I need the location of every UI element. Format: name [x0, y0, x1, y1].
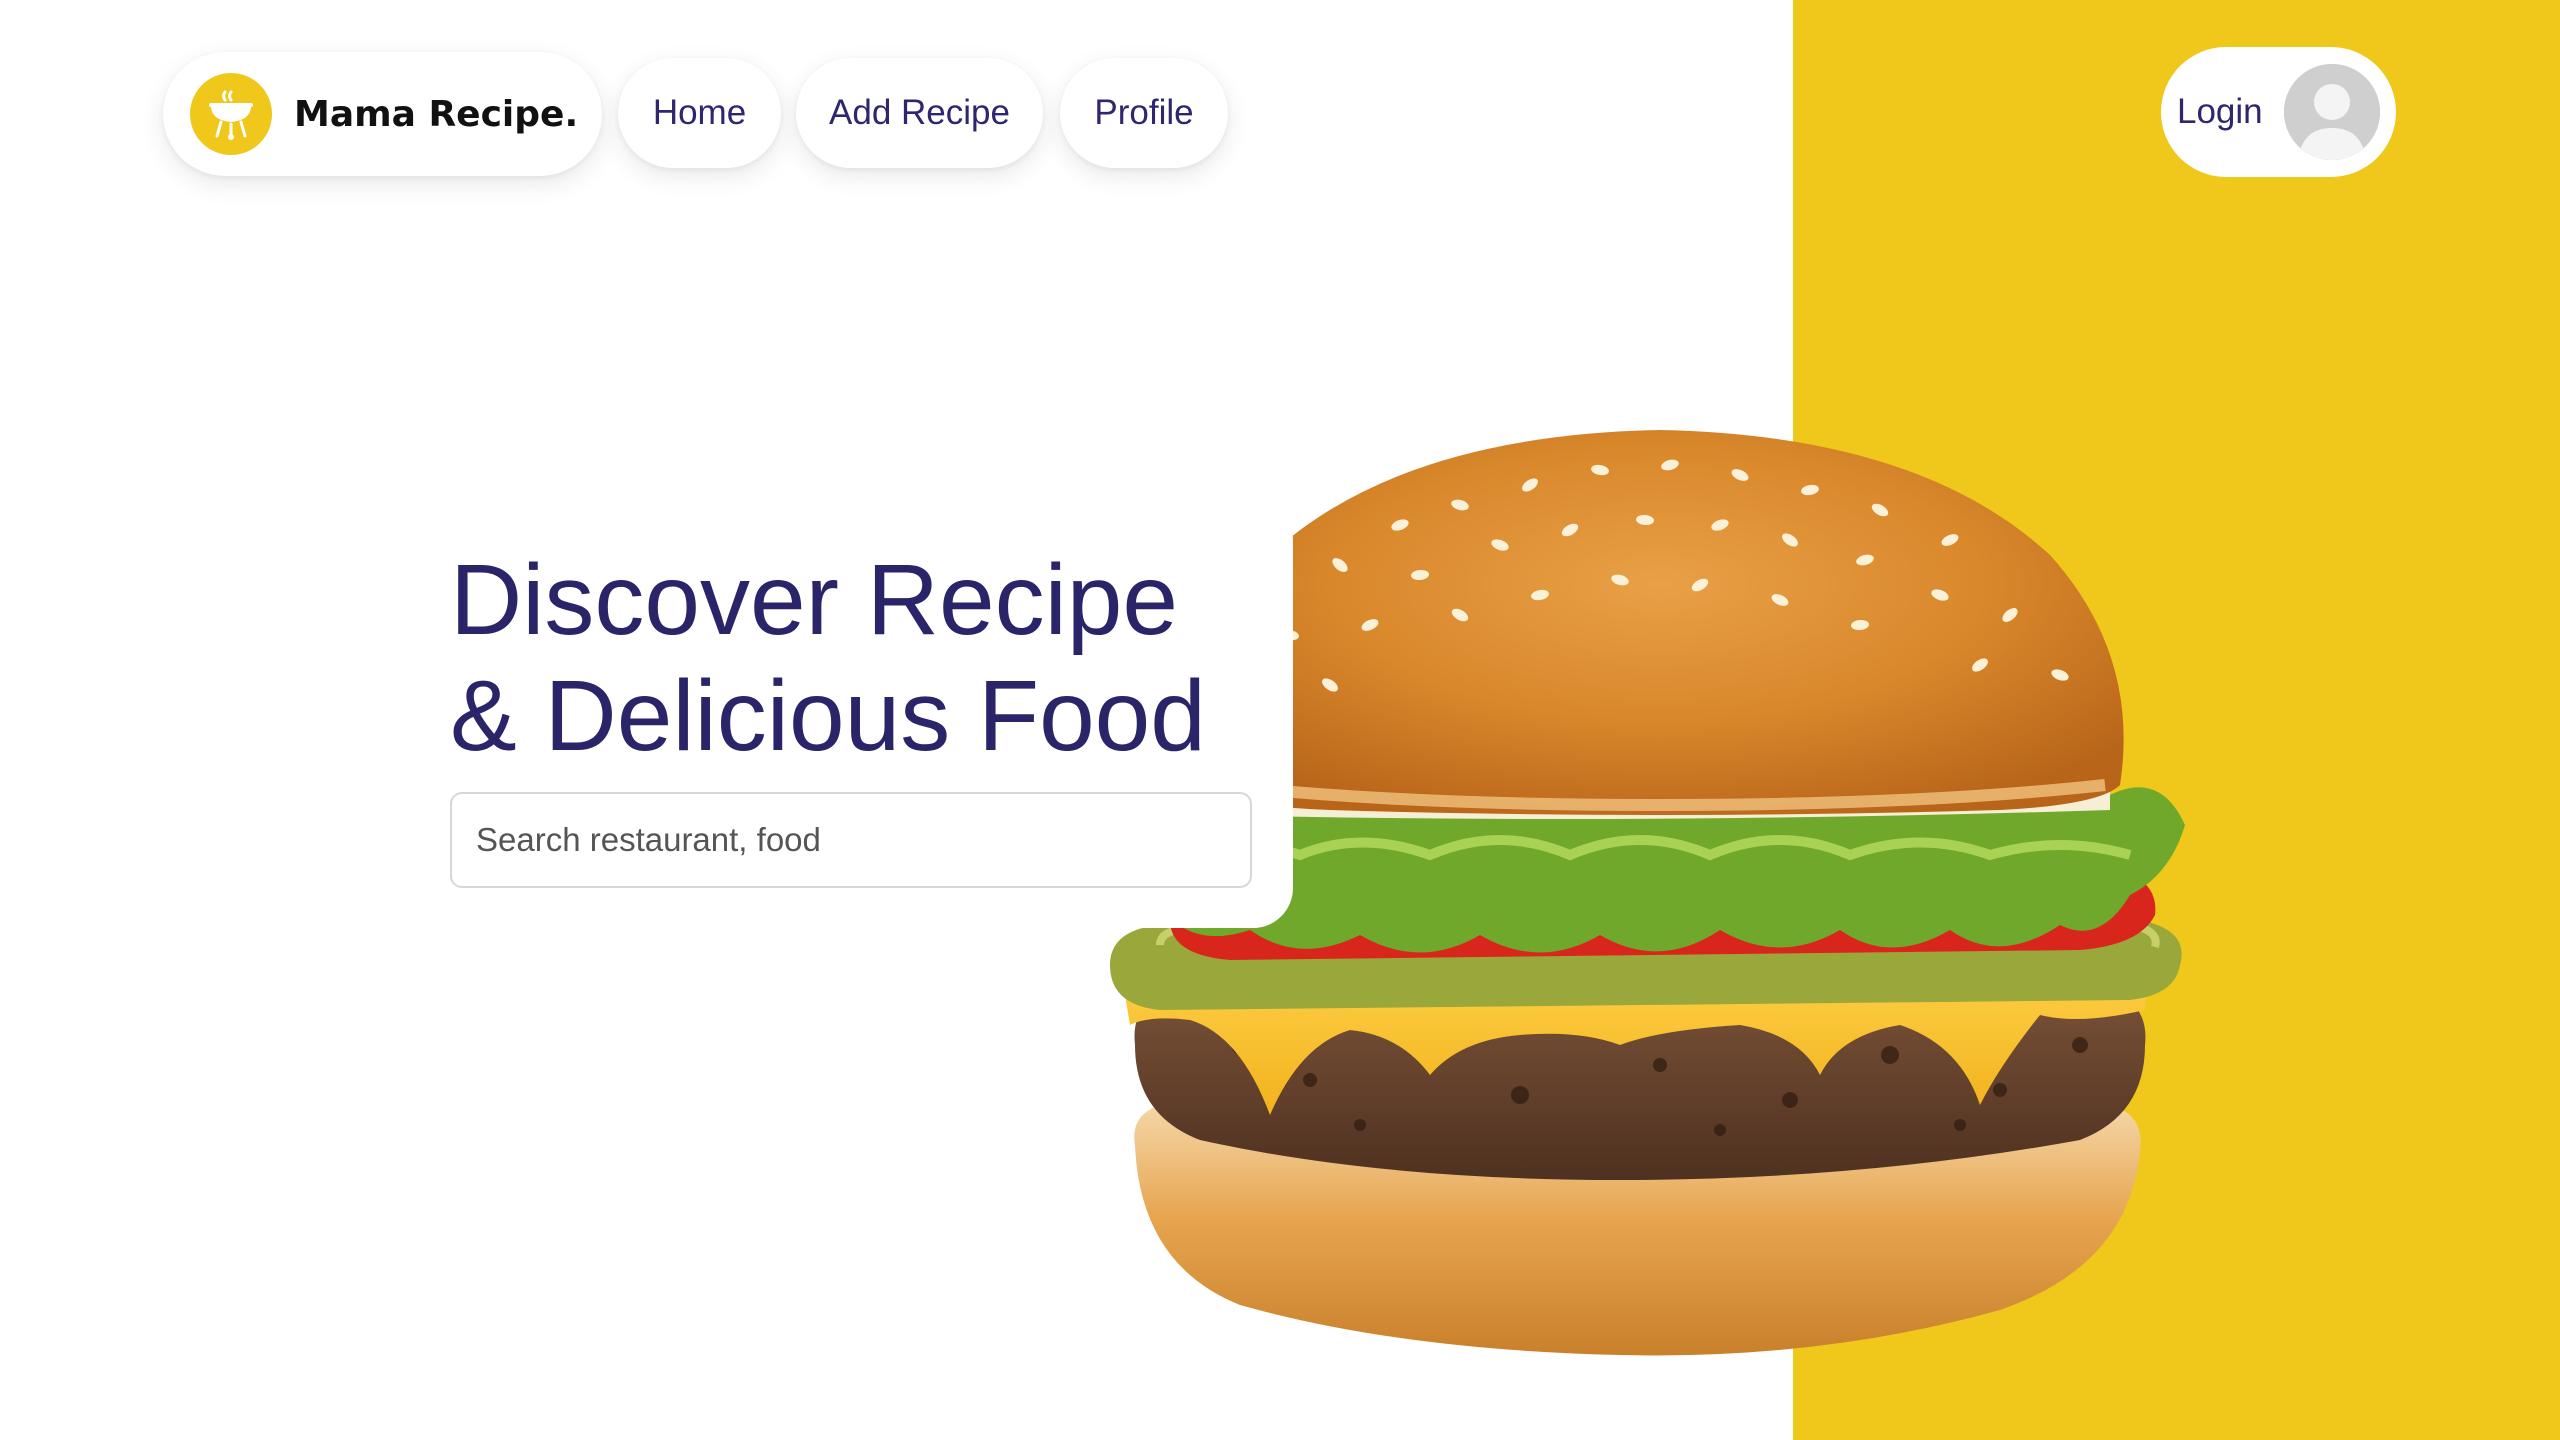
login-label: Login — [2177, 92, 2263, 131]
nav-profile[interactable]: Profile — [1060, 58, 1228, 168]
brand[interactable]: Mama Recipe. — [163, 52, 602, 176]
grill-icon — [190, 73, 272, 155]
brand-name: Mama Recipe. — [294, 93, 579, 135]
nav-home[interactable]: Home — [618, 58, 781, 168]
hero-title: Discover Recipe & Delicious Food — [450, 544, 1206, 772]
login-button[interactable]: Login — [2161, 47, 2396, 177]
search-input[interactable] — [450, 792, 1252, 888]
user-avatar-icon — [2284, 64, 2380, 160]
nav-add-recipe[interactable]: Add Recipe — [796, 58, 1043, 168]
